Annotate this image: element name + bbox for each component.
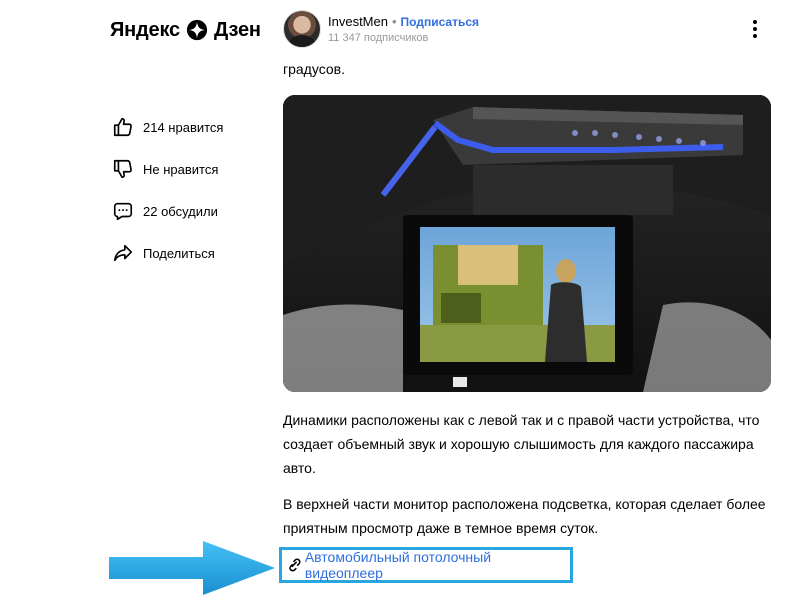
like-button[interactable]: 214 нравится <box>112 106 223 148</box>
separator-dot: • <box>391 13 397 29</box>
share-arrow-icon <box>113 244 133 262</box>
like-count: 214 нравится <box>143 119 224 135</box>
logo-text-zen: Дзен <box>213 18 261 41</box>
logo-text-yandex: Яндекс <box>110 18 180 41</box>
more-menu-icon[interactable] <box>747 18 763 40</box>
top-header: Яндекс Дзен InvestMen • Подписаться 11 3… <box>0 0 800 56</box>
article-paragraph-2: В верхней части монитор расположена подс… <box>283 496 766 536</box>
product-link-text: Автомобильный потолочный видеоплеер <box>304 549 492 581</box>
article-actions: 214 нравится Не нравится 22 обсудили Под… <box>112 106 223 274</box>
dislike-button[interactable]: Не нравится <box>112 148 223 190</box>
comments-count: 22 обсудили <box>143 203 218 219</box>
paperclip-link-icon <box>289 558 301 572</box>
channel-avatar[interactable] <box>283 10 321 48</box>
zen-star-icon <box>186 19 208 41</box>
dislike-label: Не нравится <box>143 161 219 177</box>
article-photo[interactable] <box>283 95 771 392</box>
channel-name[interactable]: InvestMen <box>328 14 388 30</box>
comment-bubble-icon <box>113 202 133 221</box>
pointer-arrow-icon <box>109 541 275 595</box>
thumbs-down-icon <box>113 159 132 179</box>
article-text-fragment: градусов. <box>283 61 345 77</box>
channel-block: InvestMen • Подписаться 11 347 подписчик… <box>283 10 479 48</box>
share-button[interactable]: Поделиться <box>112 232 223 274</box>
article-paragraph-1: Динамики расположены как с левой так и с… <box>283 412 760 476</box>
yandex-zen-logo[interactable]: Яндекс Дзен <box>110 16 261 44</box>
subscriber-count: 11 347 подписчиков <box>328 31 429 44</box>
comments-button[interactable]: 22 обсудили <box>112 190 223 232</box>
subscribe-button[interactable]: Подписаться <box>401 14 479 30</box>
share-label: Поделиться <box>143 245 215 261</box>
car-ceiling-monitor-image <box>283 95 771 392</box>
thumbs-up-icon <box>113 117 132 137</box>
product-link[interactable]: Автомобильный потолочный видеоплеер <box>279 547 573 583</box>
